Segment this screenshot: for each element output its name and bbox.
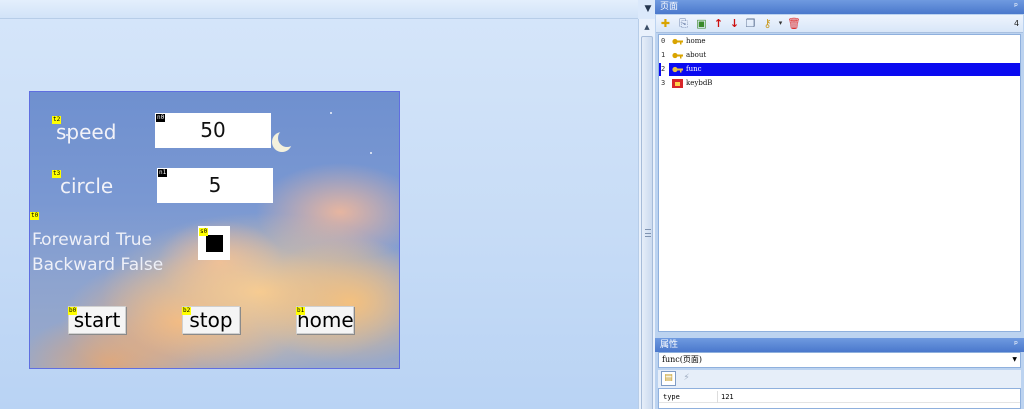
page-item-keybdb[interactable]: 3 keybdB	[659, 77, 1020, 90]
add-page-icon[interactable]: ✚	[659, 17, 672, 30]
pages-panel-title: 页面	[660, 2, 679, 12]
page-index: 1	[661, 51, 666, 59]
key-icon	[672, 37, 683, 46]
component-id-tag: s0	[199, 228, 209, 236]
key-icon	[672, 51, 683, 60]
property-key: type	[663, 393, 680, 401]
circle-label[interactable]: circle	[60, 174, 113, 198]
speed-label[interactable]: speed	[56, 120, 116, 144]
moon-decoration	[278, 129, 296, 147]
move-down-icon[interactable]: ↓	[728, 17, 741, 30]
scroll-up-arrow-icon[interactable]: ▲	[639, 19, 655, 35]
design-canvas[interactable]: t2 speed 50 n0 t3 circle 5 n1 t0 Forewar…	[0, 0, 638, 409]
chevron-down-icon[interactable]: ▾	[774, 17, 787, 30]
page-index: 0	[661, 37, 666, 45]
property-row[interactable]: type 121	[659, 391, 1020, 403]
lock-icon	[672, 79, 683, 88]
page-name: about	[686, 51, 707, 59]
right-dock: 页面 ᵖ ✚ ⎘ ▣ ↑ ↓ ❐ ⚷ ▾ 🗑 4 0 home 1 about …	[655, 0, 1024, 409]
page-name: keybdB	[686, 79, 713, 87]
scrollbar-grip-icon	[645, 229, 651, 237]
pages-list[interactable]: 0 home 1 about 2 func 3 keybdB	[658, 34, 1021, 332]
properties-grid[interactable]: type 121	[658, 388, 1021, 409]
props-panel-header: 属性 ᵖ	[655, 338, 1024, 352]
component-id-tag: t2	[52, 116, 62, 124]
selected-object-name: func(页面)	[662, 355, 702, 364]
props-toolbar: ▤ ⚡	[658, 370, 1021, 388]
chevron-down-icon[interactable]: ▼	[1012, 353, 1017, 367]
circle-number-field[interactable]: 5	[157, 168, 273, 203]
component-id-tag: b2	[182, 307, 192, 315]
direction-text-line-1[interactable]: Foreward True	[32, 226, 152, 254]
direction-text-line-2[interactable]: Backward False	[32, 254, 163, 276]
property-value[interactable]: 121	[717, 391, 734, 403]
pin-icon[interactable]: ᵖ	[1014, 0, 1018, 14]
canvas-vertical-scrollbar[interactable]: ▲	[638, 19, 655, 409]
page-item-func[interactable]: 2 func	[659, 63, 1020, 76]
page-count: 4	[1013, 19, 1020, 28]
page-name: home	[686, 37, 706, 45]
categorized-view-icon[interactable]: ▤	[661, 371, 676, 386]
import-page-icon[interactable]: ⎘	[677, 17, 690, 30]
pages-panel-header: 页面 ᵖ	[655, 0, 1024, 14]
delete-icon[interactable]: 🗑	[787, 17, 801, 30]
component-id-tag: n0	[156, 114, 166, 122]
component-id-tag: t0	[30, 212, 40, 220]
props-panel-title: 属性	[660, 340, 679, 350]
page-index: 2	[661, 63, 669, 76]
export-page-icon[interactable]: ▣	[695, 17, 708, 30]
page-index: 3	[661, 79, 666, 87]
component-id-tag: b0	[68, 307, 78, 315]
component-id-tag: t3	[52, 170, 62, 178]
speed-number-field[interactable]: 50	[155, 113, 271, 148]
move-up-icon[interactable]: ↑	[712, 17, 725, 30]
key-icon[interactable]: ⚷	[761, 17, 774, 30]
star-decoration	[330, 112, 332, 114]
object-selector-dropdown[interactable]: func(页面) ▼	[658, 352, 1021, 368]
toggle-state-square-icon	[206, 235, 223, 252]
scrollbar-thumb[interactable]	[641, 36, 653, 409]
device-screen-preview[interactable]: t2 speed 50 n0 t3 circle 5 n1 t0 Forewar…	[29, 91, 400, 369]
page-name: func	[686, 65, 702, 73]
component-id-tag: b1	[296, 307, 306, 315]
triangle-down-icon[interactable]: ▼	[641, 2, 655, 16]
canvas-toolbar-strip	[0, 0, 638, 19]
pages-toolbar: ✚ ⎘ ▣ ↑ ↓ ❐ ⚷ ▾ 🗑 4	[656, 15, 1023, 33]
events-icon[interactable]: ⚡	[680, 372, 693, 385]
component-id-tag: n1	[158, 169, 168, 177]
page-item-about[interactable]: 1 about	[659, 49, 1020, 62]
key-icon	[672, 65, 683, 74]
pin-icon[interactable]: ᵖ	[1014, 338, 1018, 352]
page-item-home[interactable]: 0 home	[659, 35, 1020, 48]
copy-page-icon[interactable]: ❐	[744, 17, 757, 30]
star-decoration	[370, 152, 372, 154]
